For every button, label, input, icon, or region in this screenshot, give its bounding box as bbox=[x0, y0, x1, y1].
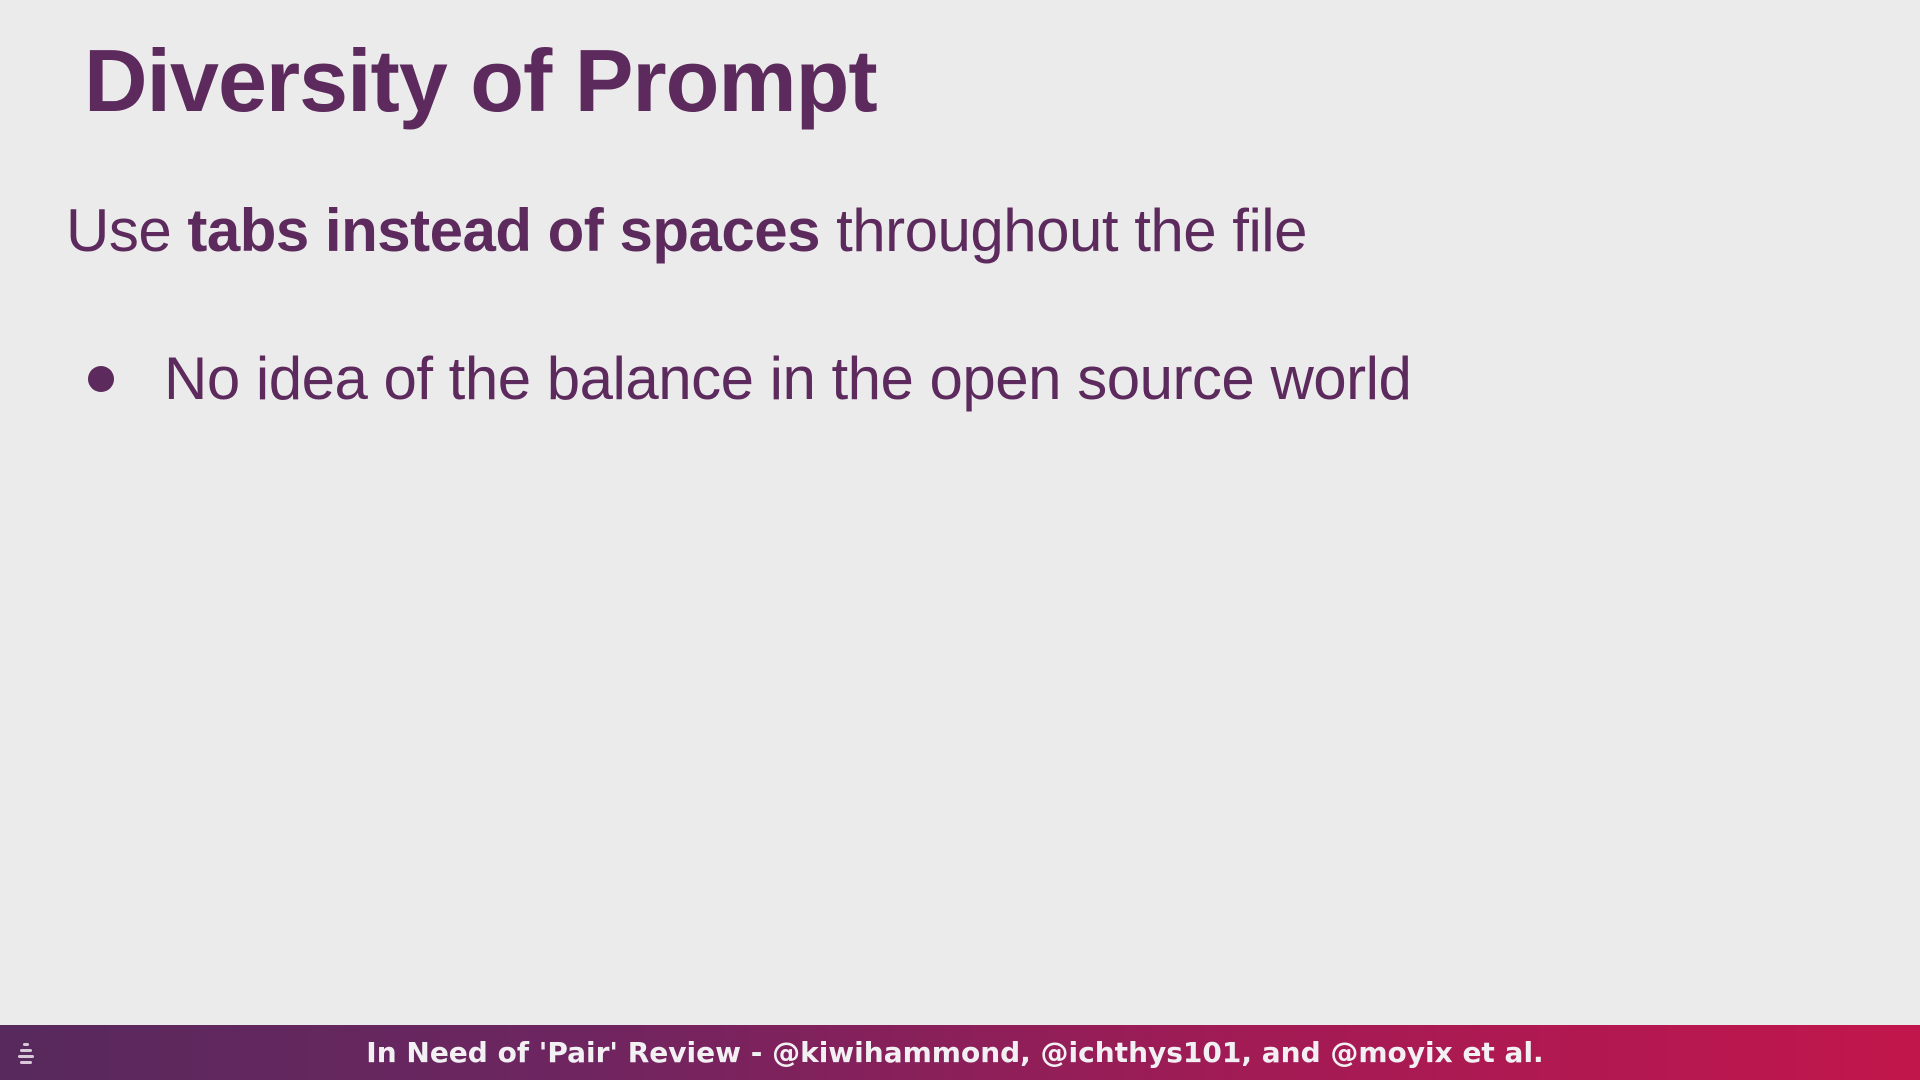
bullet-item: No idea of the balance in the open sourc… bbox=[88, 344, 1412, 413]
bullet-text: No idea of the balance in the open sourc… bbox=[164, 345, 1412, 412]
footer-bar: In Need of 'Pair' Review - @kiwihammond,… bbox=[0, 1025, 1920, 1080]
subtitle-bold: tabs instead of spaces bbox=[187, 197, 820, 264]
slide-title: Diversity of Prompt bbox=[84, 31, 878, 130]
bullet-dot-icon bbox=[88, 365, 114, 392]
subtitle-prefix: Use bbox=[66, 197, 188, 264]
slide-subtitle: Use tabs instead of spaces throughout th… bbox=[66, 196, 1307, 265]
stacked-arcs-logo-icon bbox=[14, 1035, 38, 1071]
subtitle-suffix: throughout the file bbox=[819, 197, 1307, 264]
footer-text: In Need of 'Pair' Review - @kiwihammond,… bbox=[366, 1036, 1544, 1069]
